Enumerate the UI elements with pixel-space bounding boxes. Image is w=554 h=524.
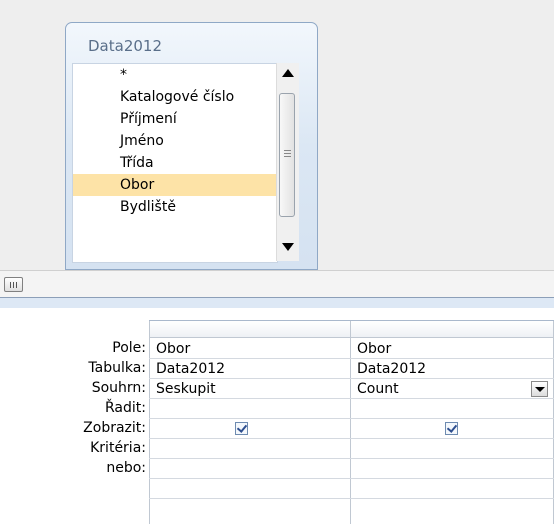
col1-field-cell[interactable]: Obor [156, 339, 190, 359]
field-item-obor[interactable]: Obor [73, 174, 277, 196]
grip-icon[interactable] [4, 277, 23, 292]
col1-total-cell[interactable]: Seskupit [156, 379, 216, 399]
row-label-show: Zobrazit: [83, 420, 146, 436]
field-item-prijmeni[interactable]: Příjmení [73, 108, 277, 130]
grid-header-strip [0, 298, 554, 308]
col1-table-cell[interactable]: Data2012 [156, 359, 225, 379]
col2-table-cell[interactable]: Data2012 [357, 359, 426, 379]
scroll-up-icon[interactable] [279, 65, 297, 81]
field-item-jmeno[interactable]: Jméno [73, 130, 277, 152]
query-design-grid: Pole: Tabulka: Souhrn: Řadit: Zobrazit: … [0, 298, 554, 524]
table-field-list-window[interactable]: Data2012 * Katalogové číslo Příjmení Jmé… [65, 22, 318, 270]
column-selector-1[interactable] [149, 321, 350, 338]
query-design-area: Data2012 * Katalogové číslo Příjmení Jmé… [0, 0, 554, 270]
field-list[interactable]: * Katalogové číslo Příjmení Jméno Třída … [72, 63, 278, 263]
field-list-scrollbar[interactable] [276, 63, 299, 261]
field-item-katalogove-cislo[interactable]: Katalogové číslo [73, 86, 277, 108]
column-selector-2[interactable] [351, 321, 554, 338]
col1-sort-cell[interactable] [156, 399, 346, 419]
row-label-table: Tabulka: [88, 360, 146, 376]
row-label-total: Souhrn: [91, 380, 146, 396]
col1-criteria-cell[interactable] [156, 439, 346, 459]
row-label-or: nebo: [106, 460, 146, 476]
col2-criteria-cell[interactable] [357, 439, 547, 459]
row-label-criteria: Kritéria: [90, 440, 146, 456]
col2-field-cell[interactable]: Obor [357, 339, 391, 359]
col2-show-checkbox[interactable] [445, 422, 458, 435]
chevron-down-icon[interactable] [531, 381, 548, 397]
col1-show-checkbox[interactable] [235, 422, 248, 435]
pane-splitter[interactable] [0, 270, 554, 298]
grid-columns: Obor Data2012 Seskupit Obor Data2012 Cou… [149, 320, 554, 524]
field-item-all[interactable]: * [73, 64, 277, 86]
field-item-bydliste[interactable]: Bydliště [73, 196, 277, 218]
col1-or-cell[interactable] [156, 459, 346, 479]
field-item-trida[interactable]: Třída [73, 152, 277, 174]
row-label-sort: Řadit: [105, 400, 146, 416]
col2-sort-cell[interactable] [357, 399, 547, 419]
scroll-down-icon[interactable] [279, 239, 297, 255]
col2-total-cell[interactable]: Count [357, 379, 399, 399]
table-title[interactable]: Data2012 [88, 37, 162, 55]
scrollbar-thumb[interactable] [279, 93, 295, 217]
row-label-field: Pole: [112, 340, 146, 356]
col2-or-cell[interactable] [357, 459, 547, 479]
